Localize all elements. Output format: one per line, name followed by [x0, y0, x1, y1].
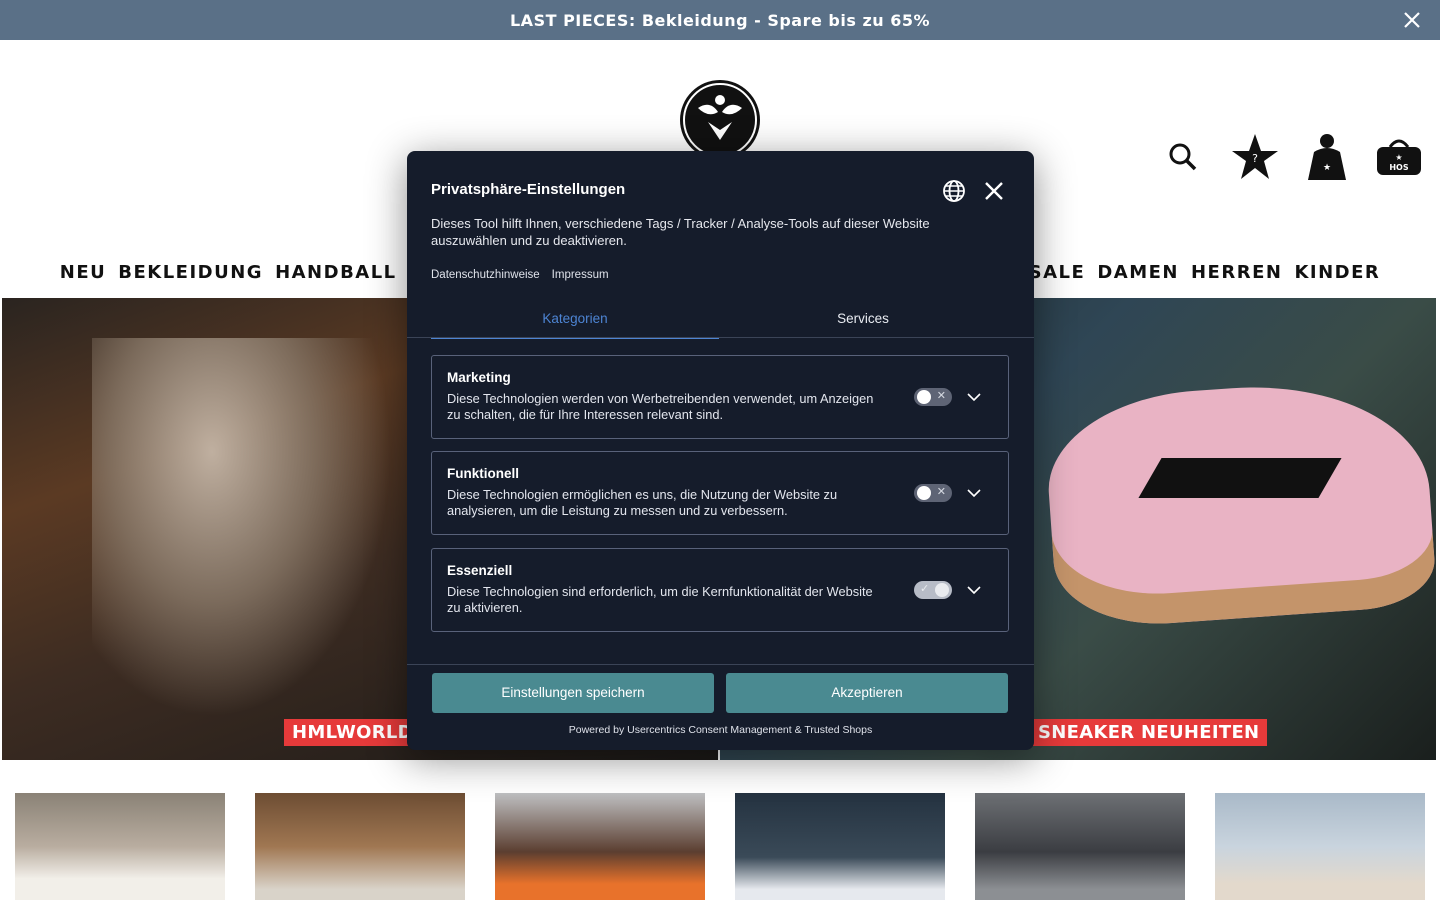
consent-dialog: Privatsphäre-Einstellungen Dieses Tool h… — [407, 151, 1034, 750]
chevron-down-icon[interactable] — [966, 582, 982, 598]
consent-overlay: Privatsphäre-Einstellungen Dieses Tool h… — [0, 0, 1440, 900]
save-settings-button[interactable]: Einstellungen speichern — [432, 673, 714, 713]
category-description: Diese Technologien ermöglichen es uns, d… — [447, 487, 838, 518]
consent-description: Dieses Tool hilft Ihnen, verschiedene Ta… — [431, 216, 930, 248]
category-description: Diese Technologien werden von Werbetreib… — [447, 391, 874, 422]
chevron-down-icon[interactable] — [966, 485, 982, 501]
category-title: Marketing — [447, 370, 511, 385]
consent-links: Datenschutzhinweise Impressum — [431, 269, 609, 281]
toggle-check-icon: ✓ — [920, 583, 930, 595]
privacy-link[interactable]: Datenschutzhinweise — [431, 269, 540, 281]
chevron-down-icon[interactable] — [966, 389, 982, 405]
powered-by-text: Powered by Usercentrics Consent Manageme… — [568, 724, 873, 736]
category-funktionell: Funktionell Diese Technologien ermöglich… — [431, 451, 1009, 535]
consent-title: Privatsphäre-Einstellungen — [431, 181, 626, 198]
imprint-link[interactable]: Impressum — [552, 269, 609, 281]
footer-divider — [407, 664, 1034, 665]
tabs-divider — [407, 337, 1034, 338]
close-icon[interactable] — [982, 179, 1006, 203]
marketing-toggle[interactable]: ✕ — [914, 388, 952, 406]
toggle-off-icon: ✕ — [936, 486, 946, 498]
accept-button[interactable]: Akzeptieren — [726, 673, 1008, 713]
globe-icon[interactable] — [942, 179, 966, 203]
consent-tabs: Kategorien Services — [431, 307, 1034, 339]
toggle-knob — [917, 486, 931, 500]
toggle-off-icon: ✕ — [936, 390, 946, 402]
funktionell-toggle[interactable]: ✕ — [914, 484, 952, 502]
toggle-knob — [935, 583, 949, 597]
tab-services[interactable]: Services — [719, 307, 1007, 339]
category-marketing: Marketing Diese Technologien werden von … — [431, 355, 1009, 439]
category-description: Diese Technologien sind erforderlich, um… — [447, 584, 873, 615]
category-title: Funktionell — [447, 466, 519, 481]
tab-kategorien[interactable]: Kategorien — [431, 307, 719, 339]
category-title: Essenziell — [447, 563, 513, 578]
category-essenziell: Essenziell Diese Technologien sind erfor… — [431, 548, 1009, 632]
essenziell-toggle: ✓ — [914, 581, 952, 599]
toggle-knob — [917, 390, 931, 404]
